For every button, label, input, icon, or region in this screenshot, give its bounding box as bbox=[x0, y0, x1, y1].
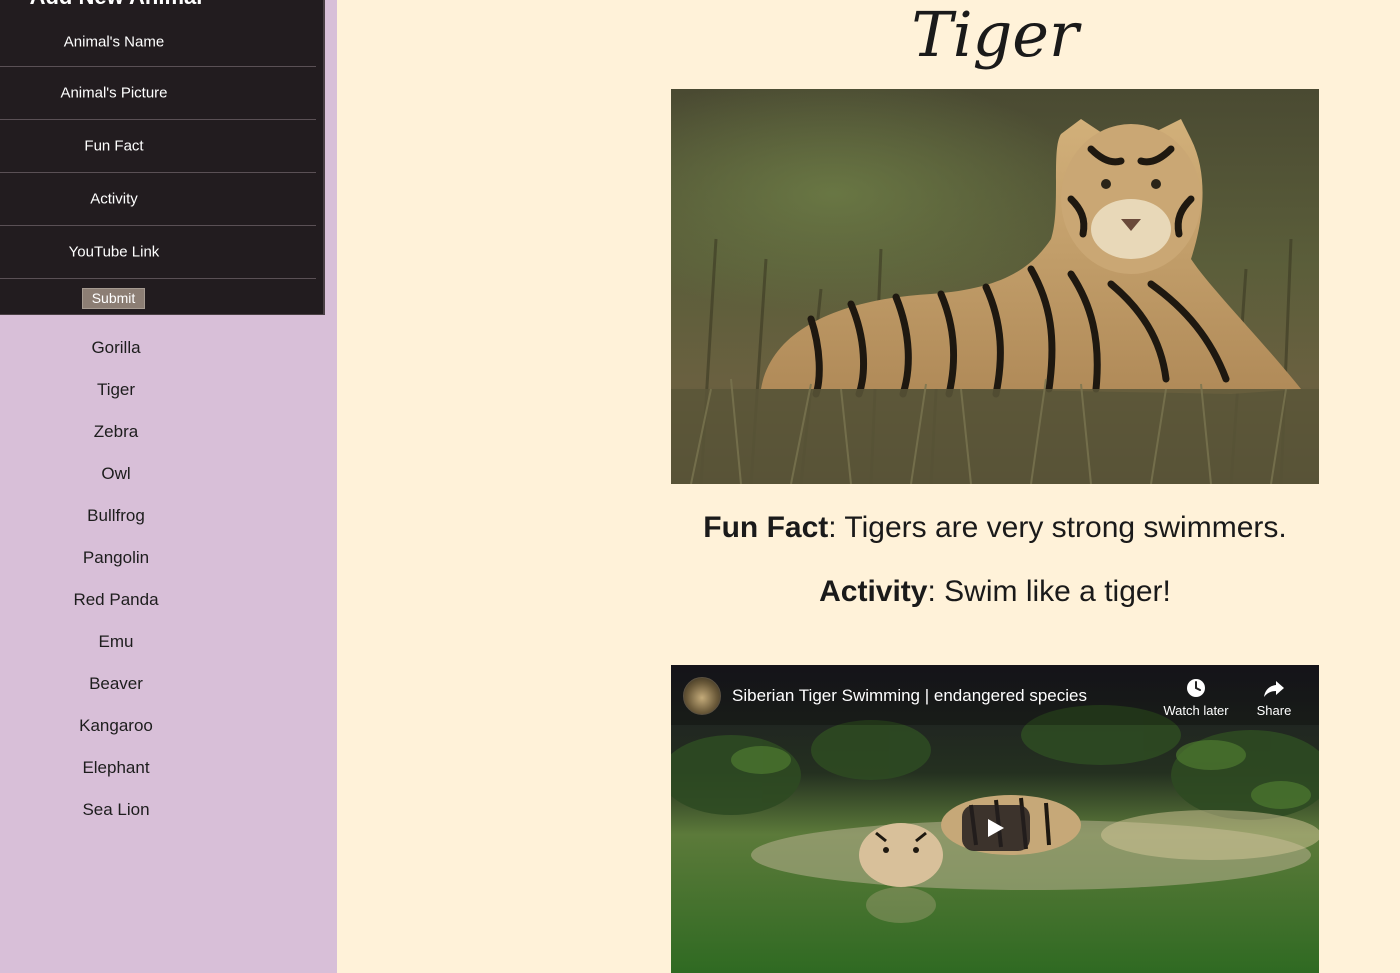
form-heading: Add New Animal bbox=[0, 0, 232, 8]
animal-list-item-zebra[interactable]: Zebra bbox=[0, 411, 232, 453]
animal-title: Tiger bbox=[911, 0, 1079, 71]
watch-later-label: Watch later bbox=[1163, 703, 1229, 718]
animal-list-item-red-panda[interactable]: Red Panda bbox=[0, 579, 232, 621]
youtube-embed[interactable]: Siberian Tiger Swimming | endangered spe… bbox=[671, 665, 1319, 973]
clock-icon bbox=[1187, 679, 1205, 697]
animal-list-item-kangaroo[interactable]: Kangaroo bbox=[0, 705, 232, 747]
activity-field[interactable]: Activity bbox=[0, 173, 316, 226]
animal-list-item-gorilla[interactable]: Gorilla bbox=[0, 327, 232, 369]
animal-list-item-pangolin[interactable]: Pangolin bbox=[0, 537, 232, 579]
share-button[interactable]: Share bbox=[1234, 677, 1314, 718]
animal-list-item-beaver[interactable]: Beaver bbox=[0, 663, 232, 705]
activity-label: Activity bbox=[90, 190, 138, 208]
animal-picture bbox=[671, 89, 1319, 484]
animal-list: Gorilla Tiger Zebra Owl Bullfrog Pangoli… bbox=[0, 327, 232, 831]
submit-button[interactable]: Submit bbox=[82, 288, 145, 309]
animal-list-item-sea-lion[interactable]: Sea Lion bbox=[0, 789, 232, 831]
fun-fact-text: Fun Fact: Tigers are very strong swimmer… bbox=[703, 511, 1287, 544]
share-arrow-icon bbox=[1264, 681, 1284, 697]
activity-value: Swim like a tiger! bbox=[944, 575, 1171, 608]
channel-avatar[interactable] bbox=[683, 677, 721, 715]
animal-list-item-elephant[interactable]: Elephant bbox=[0, 747, 232, 789]
animal-list-item-owl[interactable]: Owl bbox=[0, 453, 232, 495]
play-icon bbox=[988, 819, 1004, 837]
fun-fact-value: Tigers are very strong swimmers. bbox=[844, 511, 1287, 544]
sidebar: Add New Animal Animal's Name Animal's Pi… bbox=[0, 0, 337, 973]
animal-picture-field[interactable]: Animal's Picture bbox=[0, 67, 316, 120]
animal-picture-label: Animal's Picture bbox=[60, 84, 168, 102]
fun-fact-label: Fun Fact bbox=[84, 137, 144, 155]
watch-later-button[interactable]: Watch later bbox=[1156, 677, 1236, 718]
app-root: Add New Animal Animal's Name Animal's Pi… bbox=[0, 0, 1400, 973]
activity-text: Activity: Swim like a tiger! bbox=[819, 575, 1171, 608]
activity-heading: Activity bbox=[819, 575, 928, 608]
play-button[interactable] bbox=[962, 805, 1030, 851]
animal-name-field[interactable]: Animal's Name bbox=[0, 17, 316, 67]
youtube-link-field[interactable]: YouTube Link bbox=[0, 226, 316, 279]
add-animal-form: Add New Animal Animal's Name Animal's Pi… bbox=[0, 0, 325, 315]
animal-name-label: Animal's Name bbox=[63, 33, 165, 50]
share-label: Share bbox=[1256, 703, 1292, 718]
youtube-link-label: YouTube Link bbox=[68, 243, 160, 261]
animal-list-item-tiger[interactable]: Tiger bbox=[0, 369, 232, 411]
fun-fact-heading: Fun Fact bbox=[703, 511, 829, 544]
animal-list-item-emu[interactable]: Emu bbox=[0, 621, 232, 663]
fun-fact-field[interactable]: Fun Fact bbox=[0, 120, 316, 173]
animal-list-item-bullfrog[interactable]: Bullfrog bbox=[0, 495, 232, 537]
tiger-photo bbox=[671, 89, 1319, 484]
video-title[interactable]: Siberian Tiger Swimming | endangered spe… bbox=[732, 686, 1087, 706]
